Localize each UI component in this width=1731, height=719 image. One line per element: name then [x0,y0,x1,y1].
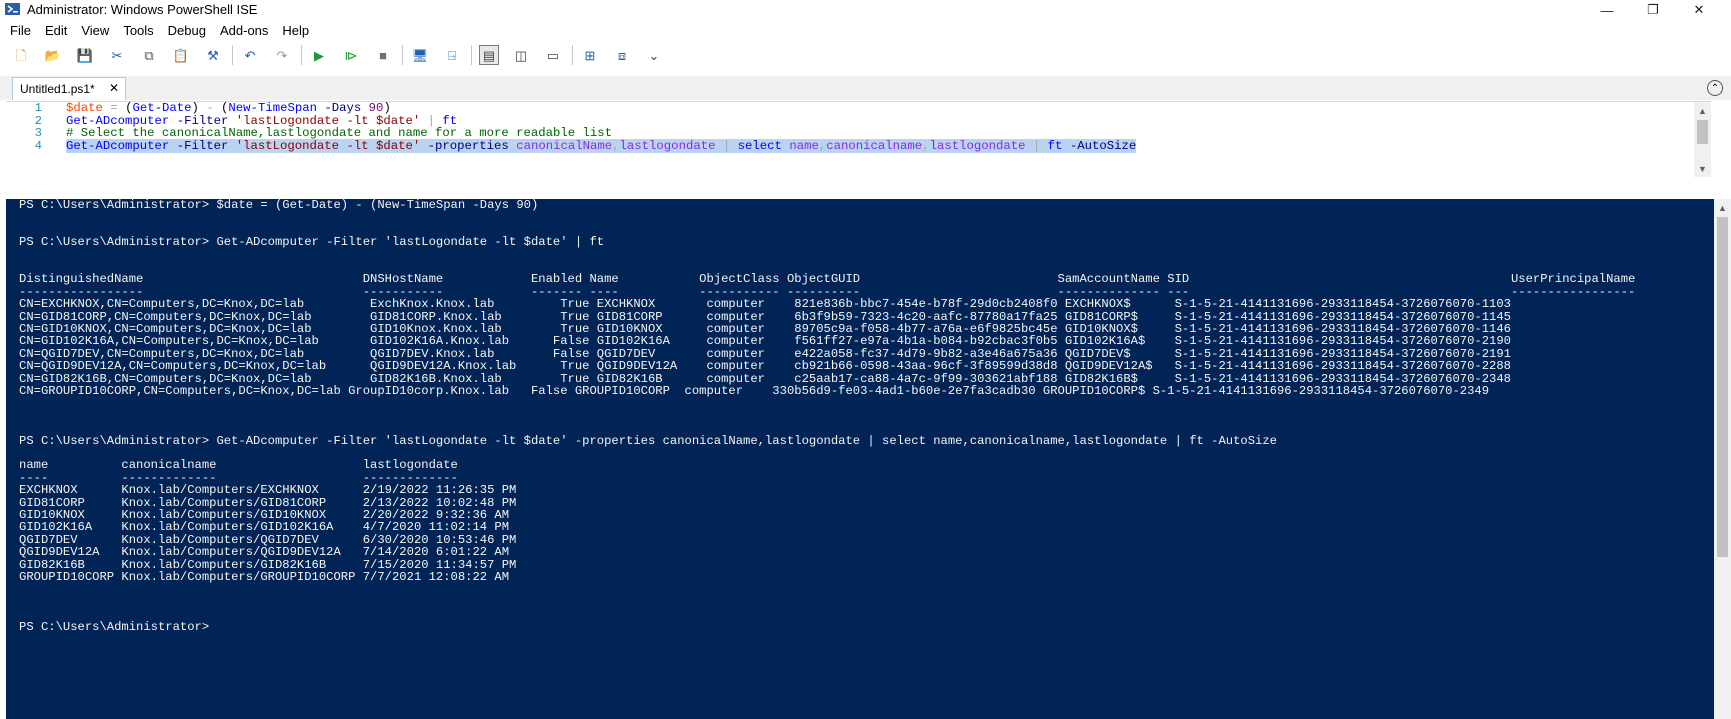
console-prompt-line: PS C:\Users\Administrator> Get-ADcompute… [19,235,605,250]
tab-untitled1[interactable]: Untitled1.ps1* ✕ [12,77,126,100]
cut-icon: ✂ [111,47,123,63]
toolbar-separator [301,45,302,65]
line-number: 4 [34,138,42,153]
scroll-thumb[interactable] [1697,120,1708,144]
toolbar-separator [402,45,403,65]
title-bar: Administrator: Windows PowerShell ISE — … [0,0,1731,20]
menu-file[interactable]: File [10,23,31,38]
menu-edit[interactable]: Edit [45,23,67,38]
open-button[interactable]: 📂 [44,46,62,64]
show-script-pane-maximized-button[interactable]: ▭ [544,46,562,64]
toolbar-separator [232,45,233,65]
show-script-pane-right-icon: ◫ [514,47,528,63]
menu-tools[interactable]: Tools [123,23,153,38]
toolbar: 🗋 📂 💾 ✂ ⧉ 📋 ⚒ ↶ ↷ ▶ ⧐ ■ 🖥 ⍈ ▤ ◫ ▭ ⊞ ⧈ ⌄ [0,42,1731,68]
tab-close-icon[interactable]: ✕ [109,81,119,95]
console-pane[interactable]: PS C:\Users\Administrator> $date = (Get-… [6,198,1731,719]
stop-icon: ■ [379,47,387,63]
redo-button[interactable]: ↷ [273,46,291,64]
minimize-icon: — [1600,2,1614,18]
new-button[interactable]: 🗋 [12,46,30,64]
clear-console-icon: ⚒ [207,47,219,63]
save-button[interactable]: 💾 [76,46,94,64]
toolbar-separator [572,45,573,65]
copy-button[interactable]: ⧉ [140,46,158,64]
menu-bar: File Edit View Tools Debug Add-ons Help [0,21,1731,40]
customize-toolbar-button[interactable]: ⌄ [645,46,663,64]
menu-view[interactable]: View [81,23,109,38]
run-script-icon: ▶ [314,47,324,63]
chevron-up-icon: ⌃ [1710,82,1720,94]
run-selection-icon: ⧐ [344,47,358,63]
undo-button[interactable]: ↶ [241,46,259,64]
save-icon: 💾 [76,47,94,63]
run-script-button[interactable]: ▶ [310,46,328,64]
menu-help[interactable]: Help [282,23,309,38]
show-command-window-icon: ⊞ [584,47,596,63]
redo-icon: ↷ [276,47,288,63]
tab-strip: Untitled1.ps1* ✕ ⌃ [0,76,1731,100]
script-pane[interactable]: 1 $date = (Get-Date) - (New-TimeSpan -Day… [6,101,1711,177]
customize-toolbar-icon: ⌄ [648,47,660,63]
run-selection-button[interactable]: ⧐ [342,46,360,64]
menu-addons[interactable]: Add-ons [220,23,268,38]
scroll-down-icon[interactable]: ▼ [1694,160,1711,177]
console-scrollbar[interactable]: ▲ [1714,199,1731,719]
show-command-addon-button[interactable]: ⧈ [613,46,631,64]
paste-button[interactable]: 📋 [172,46,190,64]
maximize-icon: ❐ [1647,2,1659,17]
tab-label: Untitled1.ps1* [20,82,95,96]
show-script-pane-top-button[interactable]: ▤ [479,45,499,65]
console-line: GROUPID10CORP Knox.lab/Computers/GROUPID… [19,570,510,584]
new-icon: 🗋 [15,47,27,63]
stop-button[interactable]: ■ [374,46,392,64]
script-line: 4 Get-ADcomputer -Filter 'lastLogondate -… [6,138,1686,153]
selected-code: Get-ADcomputer -Filter 'lastLogondate -l… [66,138,1137,153]
close-icon: ✕ [1693,2,1705,17]
minimize-button[interactable]: — [1584,0,1630,20]
open-icon: 📂 [44,47,62,63]
collapse-script-pane-button[interactable]: ⌃ [1707,80,1723,96]
show-script-pane-top-icon: ▤ [482,47,496,63]
clear-console-button[interactable]: ⚒ [204,46,222,64]
paste-icon: 📋 [172,47,190,63]
console-prompt-line: PS C:\Users\Administrator> $date = (Get-… [19,198,539,212]
start-powershell-button[interactable]: ⍈ [443,46,461,64]
start-powershell-icon: ⍈ [448,47,456,63]
show-command-window-button[interactable]: ⊞ [581,46,599,64]
copy-icon: ⧉ [144,47,154,63]
close-button[interactable]: ✕ [1676,0,1722,20]
remote-powershell-button[interactable]: 🖥 [411,46,429,64]
toolbar-separator [471,45,472,65]
menu-debug[interactable]: Debug [168,23,206,38]
window-title: Administrator: Windows PowerShell ISE [27,2,258,17]
maximize-button[interactable]: ❐ [1630,0,1676,20]
undo-icon: ↶ [244,47,256,63]
console-line: CN=GROUPID10CORP,CN=Computers,DC=Knox,DC… [19,384,1490,398]
powershell-ise-icon [5,3,20,15]
show-script-pane-right-button[interactable]: ◫ [512,46,530,64]
scroll-up-icon[interactable]: ▲ [1714,199,1731,216]
scroll-up-icon[interactable]: ▲ [1694,102,1711,119]
console-prompt-line: PS C:\Users\Administrator> [19,619,217,634]
script-pane-scrollbar[interactable]: ▲ ▼ [1694,102,1711,177]
console-prompt-line: PS C:\Users\Administrator> Get-ADcompute… [19,433,1277,448]
scroll-thumb[interactable] [1717,217,1728,557]
show-script-pane-maximized-icon: ▭ [546,47,560,63]
remote-powershell-icon: 🖥 [411,47,429,63]
cut-button[interactable]: ✂ [108,46,126,64]
show-command-addon-icon: ⧈ [617,47,627,63]
